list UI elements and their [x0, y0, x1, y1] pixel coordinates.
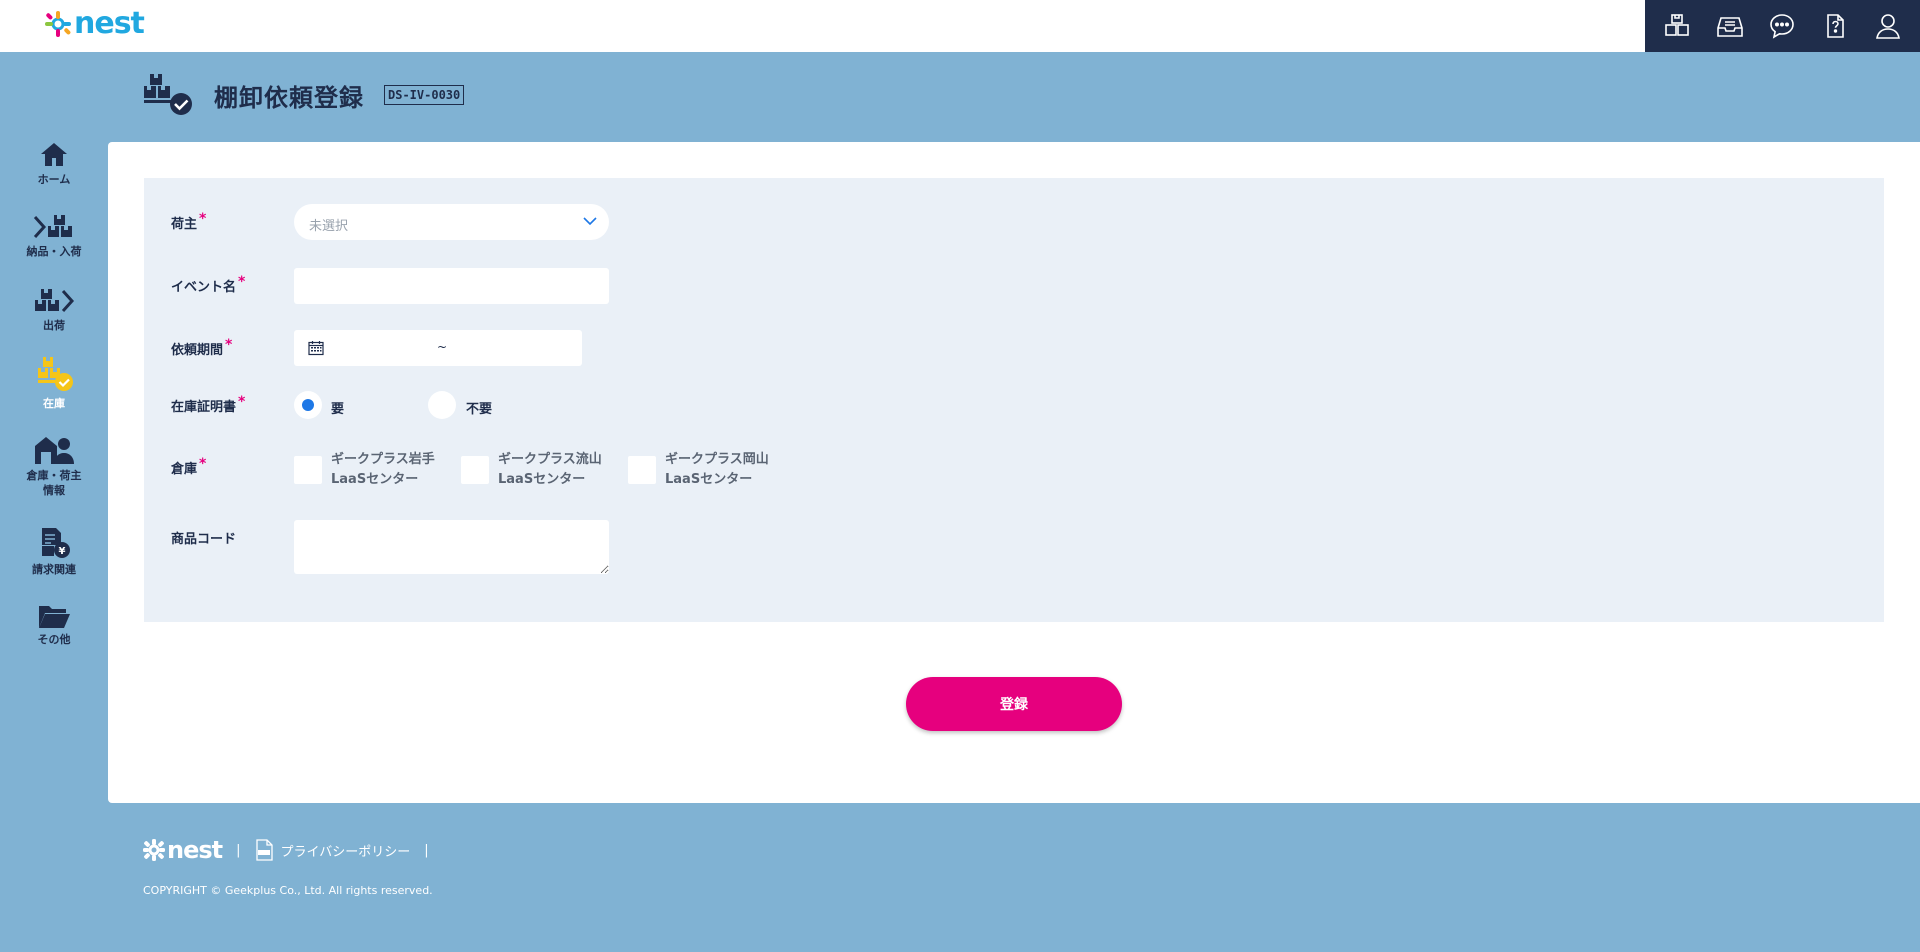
required-mark: * [238, 394, 246, 410]
calendar-icon [308, 341, 324, 356]
period-date-range-input[interactable]: ~ [294, 330, 582, 366]
footer-logo: nest [143, 836, 223, 864]
nest-logo[interactable]: nest [44, 6, 145, 41]
warehouse-iwate-label: ギークプラス岩手 LaaSセンター [331, 452, 435, 487]
pdf-file-icon [255, 839, 273, 861]
sidebar-item-label: 請求関連 [32, 563, 76, 576]
event-name-input[interactable] [294, 268, 609, 304]
sidebar-item-other[interactable]: その他 [0, 602, 108, 647]
warehouse-nagareyama-checkbox[interactable] [461, 456, 489, 484]
sidebar-item-home[interactable]: ホーム [0, 140, 108, 187]
footer-logo-text: nest [167, 836, 223, 864]
main-card: 荷主 * 未選択 イベント名 * 依頼期間 * ~ 在庫証明書 * 要 不要 倉… [108, 142, 1920, 803]
certificate-required-radio-label: 要 [331, 402, 345, 417]
privacy-policy-label: プライバシーポリシー [280, 844, 411, 860]
warehouse-iwate-checkbox[interactable] [294, 456, 322, 484]
sidebar-item-label-line2: 情報 [43, 484, 65, 497]
folder-icon [39, 606, 70, 628]
warehouse-owner-icon [35, 437, 74, 464]
chevron-down-icon [583, 217, 597, 226]
page-header: 棚卸依頼登録 DS-IV-0030 [142, 72, 465, 118]
top-bar: nest [0, 0, 1920, 52]
copyright-text: COPYRIGHT © Geekplus Co., Ltd. All right… [143, 884, 433, 897]
help-document-icon[interactable] [1817, 8, 1853, 44]
sidebar-item-label: 納品・入荷 [26, 245, 82, 258]
sidebar-item-inbound[interactable]: 納品・入荷 [0, 212, 108, 259]
footer-separator: | [424, 842, 429, 858]
footer-separator: | [236, 842, 241, 858]
gear-logo-icon [143, 839, 165, 861]
sidebar-item-label: 出荷 [43, 319, 65, 332]
chat-bubble-icon[interactable] [1764, 8, 1800, 44]
sidebar-item-label: ホーム [37, 173, 71, 186]
certificate-label: 在庫証明書 * [171, 394, 246, 415]
footer: nest | プライバシーポリシー | [143, 836, 443, 864]
privacy-policy-link[interactable]: プライバシーポリシー [255, 839, 411, 861]
product-code-textarea[interactable] [294, 520, 609, 574]
inbox-tray-icon[interactable] [1712, 8, 1748, 44]
required-mark: * [225, 337, 233, 353]
certificate-not-required-radio[interactable] [428, 391, 456, 419]
inventory-icon [38, 357, 73, 391]
warehouse-label: 倉庫 * [171, 456, 207, 477]
nest-logo-mark-icon [45, 11, 71, 37]
screen-code-badge: DS-IV-0030 [384, 85, 465, 105]
event-name-label: イベント名 * [171, 274, 246, 295]
sidebar-item-warehouse-owner[interactable]: 倉庫・荷主 情報 [0, 434, 108, 498]
user-profile-icon[interactable] [1870, 8, 1906, 44]
warehouse-okayama-label: ギークプラス岡山 LaaSセンター [665, 452, 769, 487]
owner-select[interactable]: 未選択 [294, 204, 609, 240]
home-icon [41, 143, 67, 166]
required-mark: * [199, 211, 207, 227]
register-button[interactable]: 登録 [906, 677, 1122, 731]
certificate-required-radio[interactable] [294, 391, 322, 419]
logo-text: nest [74, 6, 145, 41]
owner-label: 荷主 * [171, 211, 207, 232]
product-code-label: 商品コード [171, 532, 237, 547]
sidebar-item-outbound[interactable]: 出荷 [0, 286, 108, 333]
svg-text:¥: ¥ [59, 546, 66, 557]
sidebar-item-label: 倉庫・荷主 [26, 469, 82, 482]
date-range-separator: ~ [437, 340, 448, 354]
billing-icon: ¥ [42, 528, 70, 558]
sidebar-item-billing[interactable]: ¥ 請求関連 [0, 526, 108, 577]
warehouse-okayama-checkbox[interactable] [628, 456, 656, 484]
inventory-check-icon [144, 74, 192, 115]
sidebar-item-inventory[interactable]: 在庫 [0, 354, 108, 411]
required-mark: * [238, 274, 246, 290]
sidebar-item-label: 在庫 [43, 397, 65, 410]
page-title: 棚卸依頼登録 [214, 83, 364, 112]
required-mark: * [199, 456, 207, 472]
certificate-not-required-radio-label: 不要 [466, 402, 493, 417]
sidebar-item-label: その他 [37, 633, 71, 646]
inbound-icon [33, 215, 72, 239]
outbound-icon [35, 289, 75, 313]
top-icon-bar [1645, 0, 1920, 52]
period-label: 依頼期間 * [171, 337, 233, 358]
warehouse-nagareyama-label: ギークプラス流山 LaaSセンター [498, 452, 602, 487]
inventory-request-form: 荷主 * 未選択 イベント名 * 依頼期間 * ~ 在庫証明書 * 要 不要 倉… [144, 178, 1884, 622]
warehouse-box-icon[interactable] [1659, 8, 1695, 44]
owner-select-placeholder: 未選択 [309, 219, 349, 234]
